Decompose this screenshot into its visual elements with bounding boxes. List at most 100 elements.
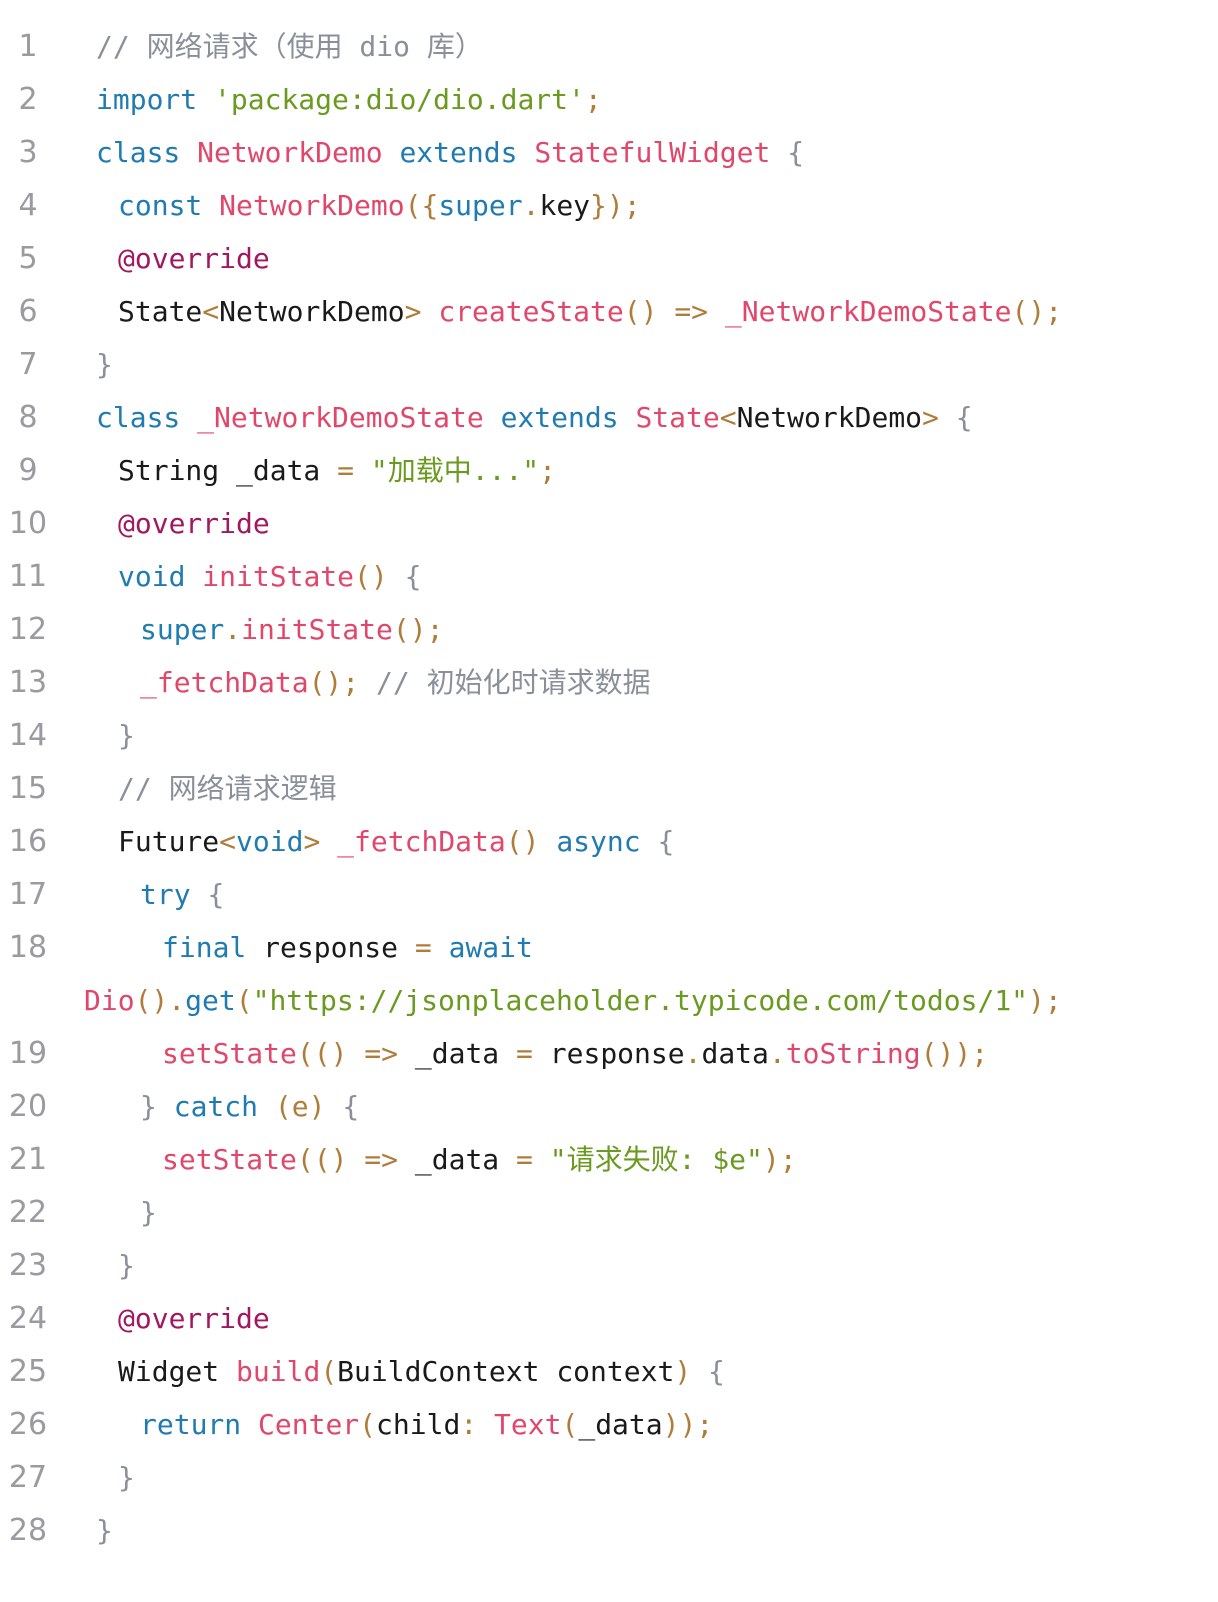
code-token-plain: data: [701, 1037, 769, 1070]
code-token-annotation: @override: [118, 242, 270, 275]
line-number: 4: [18, 188, 38, 223]
code-token-keyword: async: [556, 825, 658, 858]
code-token-plain: response: [263, 931, 415, 964]
code-token-type-class: createState: [438, 295, 624, 328]
line-number: 14: [8, 718, 48, 753]
code-token-plain: Future: [118, 825, 220, 858]
code-token-annotation: @override: [118, 507, 270, 540]
code-line: 25 Widget build(BuildContext context) {: [0, 1345, 1218, 1398]
line-number: 24: [8, 1301, 48, 1336]
code-token-punctuation: (): [505, 825, 557, 858]
code-text: class NetworkDemo extends StatefulWidget…: [96, 126, 804, 179]
code-token-keyword: get: [185, 984, 236, 1017]
code-line: 28}: [0, 1504, 1218, 1557]
code-token-comment: {: [404, 560, 422, 593]
code-token-plain: Widget: [118, 1355, 237, 1388]
code-token-punctuation: =: [414, 931, 449, 964]
line-number: 10: [8, 506, 48, 541]
line-number: 3: [18, 135, 38, 170]
line-number: 27: [8, 1460, 48, 1495]
code-token-punctuation: (() =>: [296, 1037, 415, 1070]
code-token-keyword: super: [140, 613, 225, 646]
line-number: 19: [8, 1036, 48, 1071]
code-token-type-class: State: [635, 401, 720, 434]
code-text: return Center(child: Text(_data));: [140, 1398, 713, 1451]
code-token-keyword: extends: [500, 401, 636, 434]
code-line: 3 class NetworkDemo extends StatefulWidge…: [0, 126, 1218, 179]
code-token-punctuation: ;: [539, 454, 557, 487]
code-token-keyword: void: [236, 825, 304, 858]
code-token-punctuation: >: [922, 401, 956, 434]
code-line: 8 class _NetworkDemoState extends State<N…: [0, 391, 1218, 444]
code-line: 27}: [0, 1451, 1218, 1504]
code-line: 2 import 'package:dio/dio.dart';: [0, 73, 1218, 126]
code-token-comment: }: [140, 1090, 174, 1123]
code-token-punctuation: });: [590, 189, 641, 222]
code-token-type-class: Center: [258, 1408, 360, 1441]
code-line: 1 // 网络请求（使用 dio 库）: [0, 20, 1218, 73]
code-token-punctuation: ();: [392, 613, 444, 646]
code-token-comment: {: [657, 825, 675, 858]
code-text: String _data = "加载中...";: [118, 444, 556, 497]
code-token-comment: }: [118, 1249, 135, 1282]
code-token-plain: child: [376, 1408, 461, 1441]
line-number: 22: [8, 1195, 48, 1230]
code-text: super.initState();: [140, 603, 443, 656]
code-token-comment: {: [342, 1090, 360, 1123]
code-token-punctuation: (e): [274, 1090, 343, 1123]
code-text: }: [118, 709, 135, 762]
code-token-comment: {: [708, 1355, 725, 1388]
code-token-comment: }: [118, 1461, 135, 1494]
code-token-plain: _data: [414, 1143, 517, 1176]
code-token-type-class: NetworkDemo: [219, 189, 405, 222]
code-token-comment: }: [140, 1196, 157, 1229]
line-number: 7: [18, 347, 38, 382]
code-line: 10 @override: [0, 497, 1218, 550]
code-token-type-class: NetworkDemo: [197, 136, 400, 169]
code-token-punctuation: <: [219, 825, 237, 858]
code-token-string: "https://jsonplaceholder.typicode.com/to…: [252, 984, 1029, 1017]
code-token-string: "请求失败: $e": [549, 1143, 763, 1176]
code-token-keyword: await: [448, 931, 533, 964]
code-text: try {: [140, 868, 224, 921]
code-text: Dio().get("https://jsonplaceholder.typic…: [84, 974, 1062, 1027]
line-number: 20: [8, 1089, 48, 1124]
code-token-comment: // 网络请求逻辑: [118, 772, 337, 805]
code-text: }: [96, 1504, 113, 1557]
code-token-punctuation: .: [224, 613, 242, 646]
code-text: class _NetworkDemoState extends State<Ne…: [96, 391, 973, 444]
code-token-keyword: extends: [399, 136, 535, 169]
code-token-type-class: initState: [202, 560, 355, 593]
code-token-keyword: catch: [173, 1090, 275, 1123]
code-line: 17 try {: [0, 868, 1218, 921]
code-token-plain: NetworkDemo: [219, 295, 405, 328]
code-line: 7}: [0, 338, 1218, 391]
line-number: 25: [8, 1354, 48, 1389]
code-text: }: [118, 1451, 135, 1504]
line-number: 12: [8, 612, 48, 647]
code-line: 15 // 网络请求逻辑: [0, 762, 1218, 815]
line-number: 21: [8, 1142, 48, 1177]
code-token-comment: {: [787, 136, 805, 169]
line-number: 28: [8, 1513, 48, 1548]
code-line: 24 @override: [0, 1292, 1218, 1345]
code-text: }: [96, 338, 113, 391]
code-token-comment: {: [207, 878, 225, 911]
code-token-string: 'package:dio/dio.dart': [214, 83, 585, 116]
code-line: 12 super.initState();: [0, 603, 1218, 656]
code-token-type-class: build: [236, 1355, 321, 1388]
code-token-keyword: final: [162, 931, 264, 964]
code-token-keyword: return: [140, 1408, 259, 1441]
code-token-punctuation: ();: [308, 666, 377, 699]
code-token-plain: response: [549, 1037, 685, 1070]
code-token-punctuation: =: [516, 1037, 550, 1070]
code-token-type-class: setState: [162, 1037, 297, 1070]
code-token-comment: // 网络请求（使用 dio 库）: [96, 30, 483, 63]
code-token-annotation: @override: [118, 1302, 270, 1335]
code-token-plain: String _data: [118, 454, 338, 487]
line-number: 23: [8, 1248, 48, 1283]
code-text: @override: [118, 497, 270, 550]
code-token-punctuation: >: [404, 295, 439, 328]
code-line: Dio().get("https://jsonplaceholder.typic…: [0, 974, 1218, 1027]
code-token-punctuation: <: [719, 401, 737, 434]
